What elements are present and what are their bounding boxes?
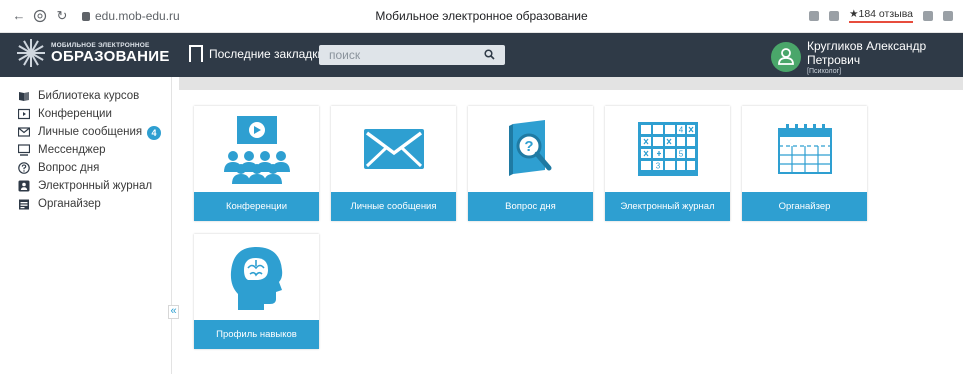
question-search-icon: ? — [508, 120, 551, 176]
tile-conferences[interactable]: Конференции — [194, 106, 319, 221]
sidebar-item-journal[interactable]: Электронный журнал — [0, 177, 171, 195]
content-top-strip — [179, 77, 963, 90]
video-icon — [18, 108, 30, 120]
search-icon[interactable] — [484, 49, 495, 60]
brain-head-icon — [230, 247, 282, 310]
bookmarks-label: Последние закладки — [209, 46, 325, 61]
avatar[interactable] — [771, 42, 801, 72]
tile-label: Вопрос дня — [468, 192, 593, 221]
address-bar[interactable]: edu.mob-edu.ru — [82, 9, 180, 23]
tile-label: Органайзер — [742, 192, 867, 221]
journal-cell: 4 — [678, 126, 683, 135]
journal-cell: 3 — [655, 162, 660, 171]
back-arrow-icon[interactable]: ← — [12, 9, 26, 23]
sidebar-item-label: Органайзер — [38, 198, 101, 210]
logo-mark-icon — [17, 39, 45, 67]
organizer-icon — [19, 199, 29, 210]
lock-icon — [82, 12, 90, 21]
app-header: МОБИЛЬНОЕ ЭЛЕКТРОННОЕ ОБРАЗОВАНИЕ Послед… — [0, 33, 963, 77]
user-menu[interactable]: Кругликов Александр Петрович [Психолог] — [771, 39, 963, 75]
conference-icon — [223, 116, 290, 184]
browser-toolbar: ← ↻ edu.mob-edu.ru Мобильное электронное… — [0, 0, 963, 33]
sidebar-item-courses[interactable]: Библиотека курсов — [0, 87, 171, 105]
reader-icon[interactable] — [829, 10, 840, 21]
journal-icon — [18, 180, 30, 192]
tile-label: Конференции — [194, 192, 319, 221]
user-name: Кругликов Александр Петрович — [807, 39, 927, 67]
calendar-icon — [777, 124, 832, 174]
logo-line2: ОБРАЗОВАНИЕ — [51, 48, 170, 65]
sidebar-item-messenger[interactable]: Мессенджер — [0, 141, 171, 159]
translate-icon[interactable] — [809, 10, 820, 21]
sidebar-item-label: Вопрос дня — [38, 162, 100, 174]
book-icon — [19, 92, 29, 101]
sidebar: Библиотека курсов Конференции Личные соо… — [0, 77, 179, 374]
logo[interactable]: МОБИЛЬНОЕ ЭЛЕКТРОННОЕ ОБРАЗОВАНИЕ — [17, 39, 170, 67]
security-icon[interactable] — [33, 9, 47, 23]
grade-table-icon: 4 5 3 — [637, 122, 698, 176]
tile-skills-profile[interactable]: Профиль навыков — [194, 234, 319, 349]
question-icon — [18, 162, 30, 174]
tile-label: Личные сообщения — [331, 192, 456, 221]
tile-journal[interactable]: 4 5 3 Электронный журнал — [605, 106, 730, 221]
sidebar-item-organizer[interactable]: Органайзер — [0, 195, 171, 213]
user-role: [Психолог] — [807, 68, 842, 75]
search-box[interactable] — [319, 45, 505, 65]
sidebar-item-conferences[interactable]: Конференции — [0, 105, 171, 123]
unread-badge: 4 — [147, 126, 161, 140]
svg-text:?: ? — [524, 138, 533, 155]
tile-messages[interactable]: Личные сообщения — [331, 106, 456, 221]
envelope-icon — [363, 129, 424, 169]
url-text: edu.mob-edu.ru — [95, 9, 180, 23]
recent-bookmarks-button[interactable]: Последние закладки — [189, 45, 325, 66]
bookmark-icon[interactable] — [923, 10, 933, 21]
tile-label: Электронный журнал — [605, 192, 730, 221]
journal-cell: 5 — [678, 150, 683, 159]
sidebar-item-label: Личные сообщения — [38, 126, 143, 138]
sidebar-item-label: Библиотека курсов — [38, 90, 140, 102]
reviews-link[interactable]: ★184 отзыва — [849, 8, 913, 23]
extension-icon[interactable] — [943, 10, 953, 21]
tile-question[interactable]: ? Вопрос дня — [468, 106, 593, 221]
sidebar-item-question[interactable]: Вопрос дня — [0, 159, 171, 177]
sidebar-item-label: Электронный журнал — [38, 180, 153, 192]
reload-icon[interactable]: ↻ — [55, 9, 69, 23]
mail-icon — [18, 127, 30, 137]
sidebar-item-messages[interactable]: Личные сообщения 4 — [0, 123, 171, 141]
sidebar-item-label: Мессенджер — [38, 144, 106, 156]
search-input[interactable] — [319, 45, 469, 65]
bookmark-outline-icon — [189, 45, 203, 66]
user-icon — [778, 48, 794, 65]
tile-organizer[interactable]: Органайзер — [742, 106, 867, 221]
sidebar-item-label: Конференции — [38, 108, 112, 120]
tile-label: Профиль навыков — [194, 320, 319, 349]
chat-icon — [18, 144, 30, 156]
collapse-sidebar-button[interactable]: « — [168, 305, 179, 319]
